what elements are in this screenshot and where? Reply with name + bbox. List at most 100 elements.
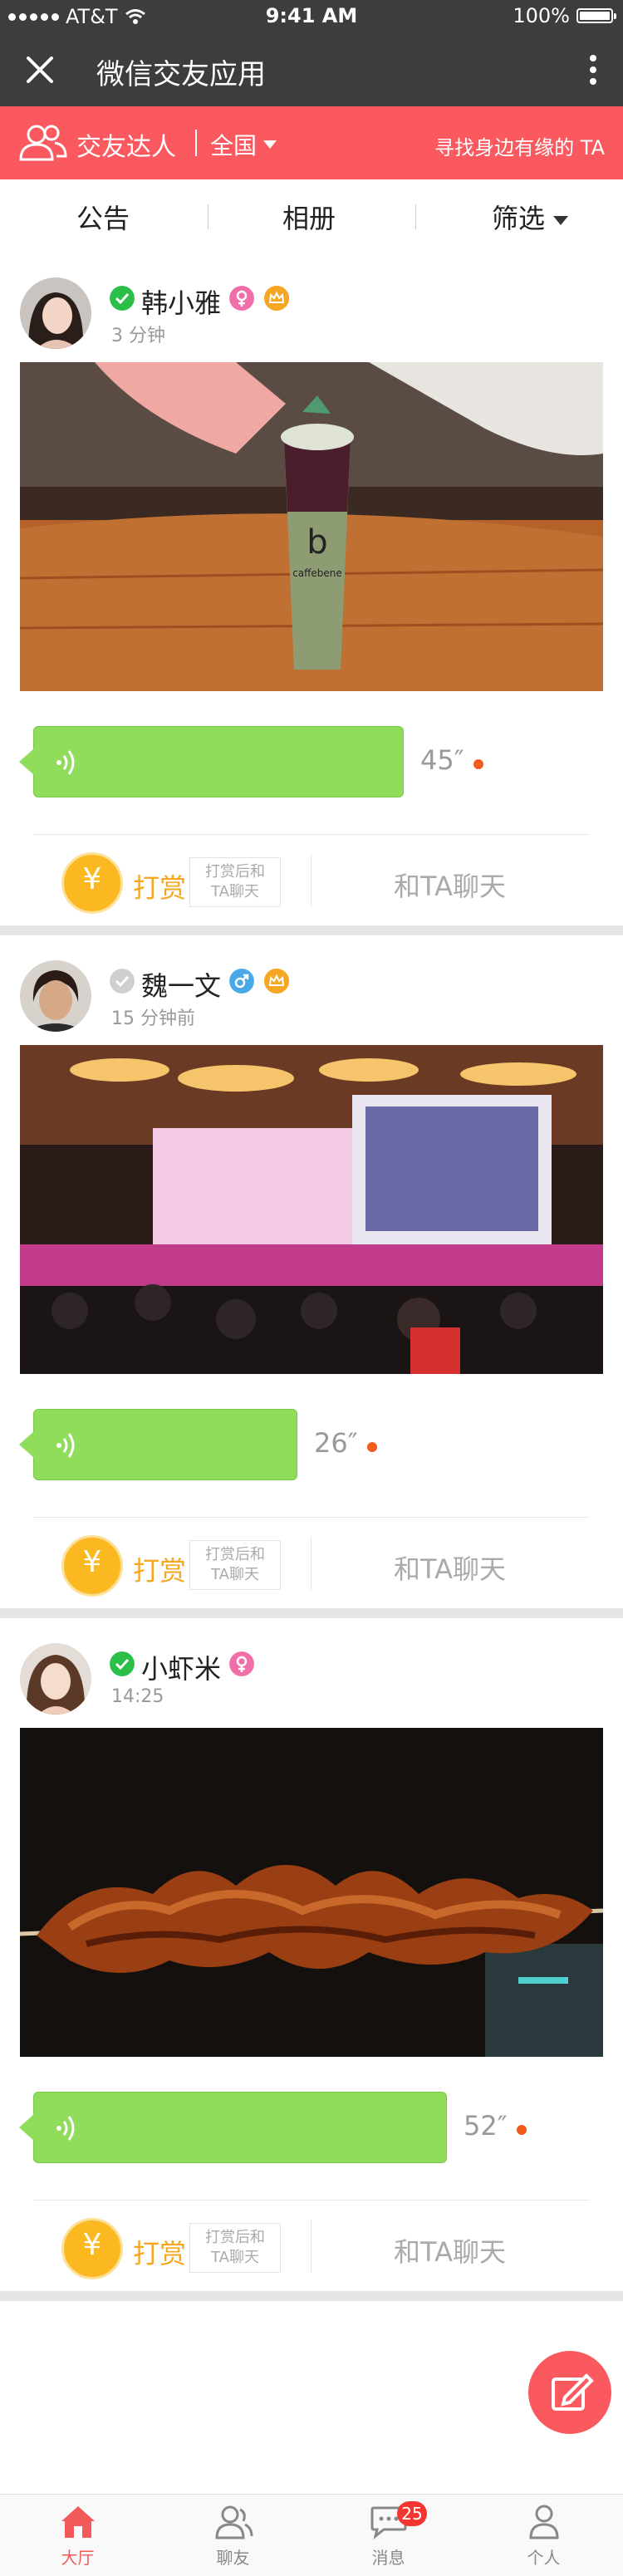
battery-icon <box>576 8 616 23</box>
user-name[interactable]: 魏一文 <box>141 965 221 1003</box>
friends-icon <box>215 2505 253 2539</box>
app-title: 微信交友应用 <box>96 58 266 91</box>
tip-note: 打赏后和 TA聊天 <box>189 1540 281 1590</box>
region-label: 全国 <box>210 132 258 159</box>
verified-icon <box>110 1651 135 1676</box>
nav-label: 大厅 <box>61 2548 95 2568</box>
user-name[interactable]: 小虾米 <box>141 1648 221 1686</box>
close-icon[interactable] <box>22 52 58 88</box>
compose-button[interactable] <box>528 2351 611 2434</box>
tip-note-line: TA聊天 <box>211 2249 259 2266</box>
caret-down-icon <box>553 215 569 225</box>
tip-coin-icon[interactable]: ¥ <box>61 2218 123 2279</box>
home-icon <box>61 2506 95 2538</box>
voice-message[interactable] <box>19 2092 447 2163</box>
tip-note-line: 打赏后和 <box>205 863 265 881</box>
tip-coin-icon[interactable]: ¥ <box>61 852 123 914</box>
post-photo[interactable] <box>20 1728 603 2057</box>
divider <box>311 1537 312 1590</box>
tip-button[interactable]: 打赏 <box>133 867 186 905</box>
tab-filter-label: 筛选 <box>492 203 546 234</box>
region-selector[interactable]: 全国 <box>210 128 277 161</box>
people-icon <box>19 125 67 161</box>
filter-bar: 交友达人 全国 寻找身边有缘的 TA <box>0 106 623 179</box>
tab-notice[interactable]: 公告 <box>76 198 130 236</box>
tab-divider <box>415 204 416 229</box>
tip-note: 打赏后和 TA聊天 <box>189 857 281 907</box>
divider <box>33 1517 590 1518</box>
svg-text:b: b <box>307 523 327 562</box>
female-icon <box>229 286 254 311</box>
tip-coin-icon[interactable]: ¥ <box>61 1535 123 1597</box>
tab-bar: 公告 相册 筛选 <box>0 179 623 253</box>
section-separator <box>0 1608 623 1618</box>
post-time: 14:25 <box>111 1686 164 1707</box>
verified-icon <box>110 286 135 311</box>
unread-dot <box>517 2125 527 2135</box>
feed-post: 小虾米 14:25 52″ ¥ 打赏 打赏后和 TA聊天 和TA聊天 <box>0 1618 623 2291</box>
profile-icon <box>529 2505 559 2539</box>
svg-text:caffebene: caffebene <box>292 567 342 579</box>
caret-down-icon <box>263 140 277 149</box>
tip-button[interactable]: 打赏 <box>133 1550 186 1588</box>
nav-item-hall[interactable]: 大厅 <box>0 2495 155 2576</box>
unread-badge: 25 <box>397 2501 427 2526</box>
user-name[interactable]: 韩小雅 <box>141 282 221 321</box>
section-separator <box>0 2291 623 2301</box>
divider <box>195 130 197 156</box>
tab-album[interactable]: 相册 <box>282 198 336 236</box>
post-photo[interactable] <box>20 1045 603 1374</box>
divider <box>33 2200 590 2201</box>
voice-wave-icon <box>56 2116 75 2141</box>
tip-button[interactable]: 打赏 <box>133 2233 186 2271</box>
tip-note-line: TA聊天 <box>211 883 259 900</box>
voice-duration: 52″ <box>464 2110 508 2142</box>
vip-crown-icon <box>264 286 289 311</box>
avatar[interactable] <box>20 960 91 1032</box>
voice-wave-icon <box>56 750 75 775</box>
tip-note: 打赏后和 TA聊天 <box>189 2223 281 2273</box>
verified-icon <box>110 969 135 994</box>
unread-dot <box>473 759 483 769</box>
voice-duration: 45″ <box>420 744 464 776</box>
title-bar: 微信交友应用 <box>0 33 623 106</box>
post-time: 15 分钟前 <box>111 1008 195 1029</box>
voice-message[interactable] <box>19 1409 297 1480</box>
more-vertical-icon[interactable] <box>588 55 598 88</box>
chat-button[interactable]: 和TA聊天 <box>394 866 506 904</box>
avatar[interactable] <box>20 277 91 349</box>
divider <box>33 834 590 835</box>
nav-label: 聊友 <box>216 2548 250 2568</box>
divider <box>311 854 312 907</box>
voice-duration: 26″ <box>314 1427 358 1459</box>
female-icon <box>229 1651 254 1676</box>
divider <box>311 2220 312 2273</box>
post-photo[interactable]: b caffebene <box>20 362 603 691</box>
feed-post: 魏一文 15 分钟前 26″ ¥ 打赏 打赏后和 TA聊天 和TA聊天 <box>0 935 623 1608</box>
chat-button[interactable]: 和TA聊天 <box>394 1548 506 1587</box>
chat-button[interactable]: 和TA聊天 <box>394 2231 506 2269</box>
section-separator <box>0 925 623 935</box>
post-time: 3 分钟 <box>111 326 165 346</box>
tip-note-line: 打赏后和 <box>205 2229 265 2246</box>
tip-note-line: 打赏后和 <box>205 1546 265 1563</box>
feed-post: 韩小雅 3 分钟 b caffebene 45″ ¥ 打赏 打赏后和 TA聊天 … <box>0 253 623 925</box>
nav-item-friends[interactable]: 聊友 <box>155 2495 311 2576</box>
edit-icon <box>552 2373 594 2411</box>
bottom-nav: 大厅 聊友 25 消息 个人 <box>0 2494 623 2576</box>
voice-message[interactable] <box>19 726 404 797</box>
avatar[interactable] <box>20 1643 91 1715</box>
battery-percent: 100% <box>513 4 570 27</box>
vip-crown-icon <box>264 969 289 994</box>
status-bar: AT&T 9:41 AM 100% <box>0 0 623 33</box>
nav-item-messages[interactable]: 25 消息 <box>311 2495 466 2576</box>
voice-wave-icon <box>56 1433 75 1458</box>
unread-dot <box>367 1442 377 1452</box>
find-nearby-link[interactable]: 寻找身边有缘的 TA <box>434 131 605 160</box>
tab-filter[interactable]: 筛选 <box>492 198 569 236</box>
tip-note-line: TA聊天 <box>211 1566 259 1583</box>
nav-item-profile[interactable]: 个人 <box>466 2495 621 2576</box>
nav-label: 个人 <box>527 2548 561 2568</box>
nav-label: 消息 <box>371 2548 405 2568</box>
male-icon <box>229 969 254 994</box>
